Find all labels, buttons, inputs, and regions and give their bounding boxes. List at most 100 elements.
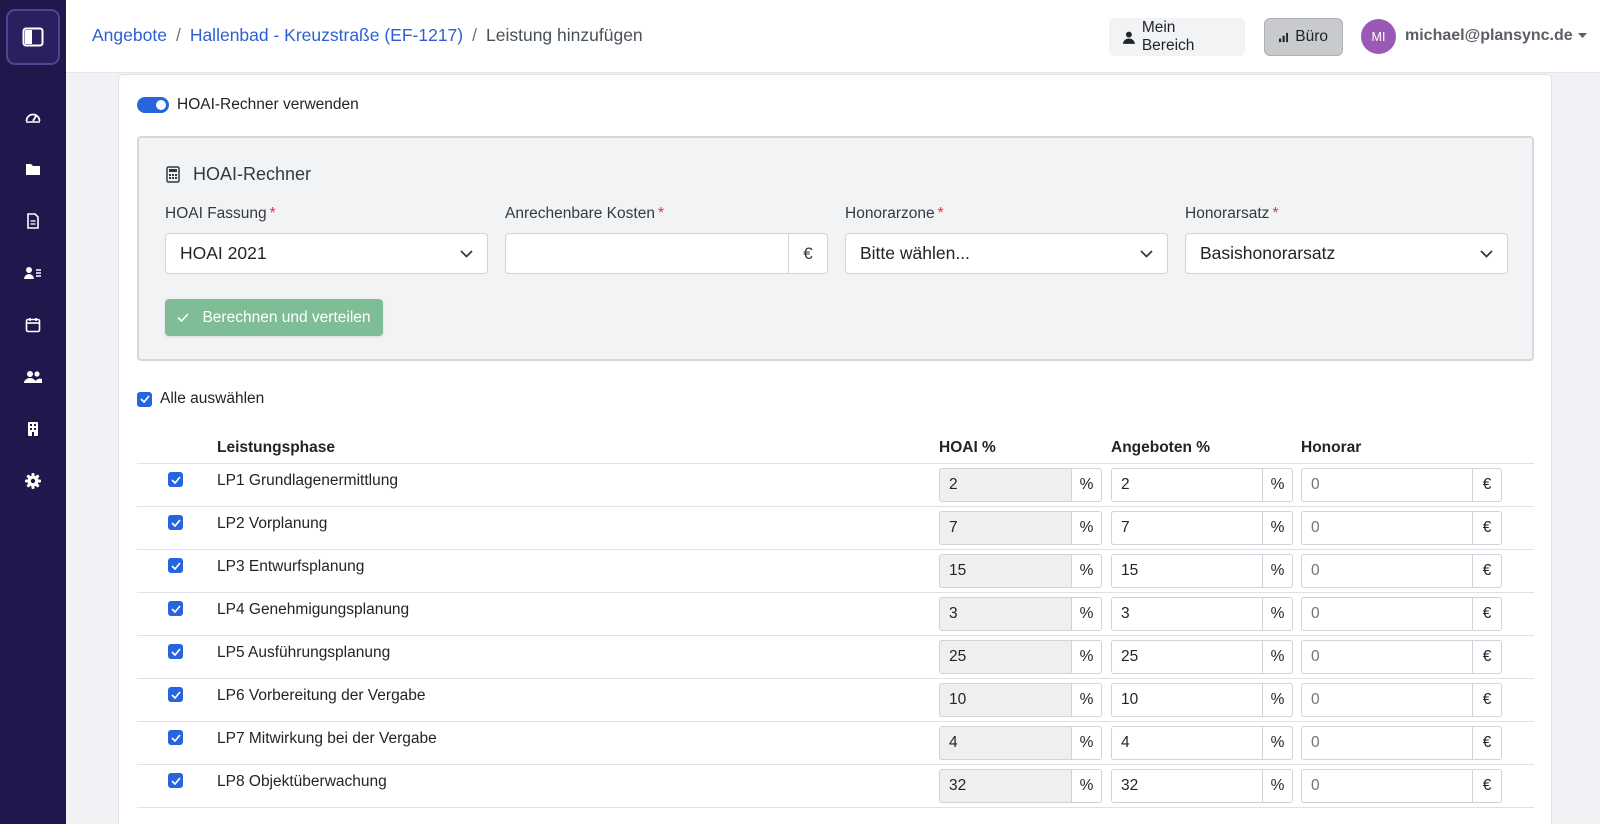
angeboten-percent-field: 15%	[1111, 554, 1293, 588]
leistungsphase-name: LP2 Vorplanung	[217, 515, 328, 532]
row-checkbox[interactable]	[168, 601, 183, 616]
percent-addon: %	[1262, 554, 1293, 588]
chevron-down-icon	[1480, 249, 1493, 258]
sidebar-item-dashboard[interactable]	[0, 97, 66, 137]
hoai-toggle-switch[interactable]	[137, 97, 169, 113]
honorar-field: 0 €	[1301, 726, 1502, 760]
sidebar-item-settings[interactable]	[0, 461, 66, 501]
main-card: HOAI-Rechner verwenden HOAI-Rechner HOAI…	[118, 74, 1552, 824]
leistungsphase-name: LP6 Vorbereitung der Vergabe	[217, 687, 426, 704]
leistungsphase-name: LP3 Entwurfsplanung	[217, 558, 365, 575]
angeboten-percent-field: 10%	[1111, 683, 1293, 717]
honorar-input[interactable]: 0	[1301, 597, 1472, 631]
sidebar-item-calendar[interactable]	[0, 305, 66, 345]
check-icon	[170, 733, 181, 742]
dashboard-icon	[25, 113, 41, 123]
angeboten-percent-input[interactable]: 4	[1111, 726, 1262, 760]
contacts-icon	[24, 267, 41, 279]
row-checkbox[interactable]	[168, 730, 183, 745]
chevron-down-icon	[1140, 249, 1153, 258]
hoai-percent-value: 32	[939, 769, 1071, 803]
honorar-input[interactable]: 0	[1301, 468, 1472, 502]
table-row: LP7 Mitwirkung bei der Vergabe 4% 4% 0 €	[137, 722, 1534, 765]
angeboten-percent-input[interactable]: 25	[1111, 640, 1262, 674]
angeboten-percent-input[interactable]: 10	[1111, 683, 1262, 717]
angeboten-percent-input[interactable]: 7	[1111, 511, 1262, 545]
sidebar-item-office[interactable]	[0, 409, 66, 449]
honorar-input[interactable]: 0	[1301, 683, 1472, 717]
sidebar-item-documents[interactable]	[0, 201, 66, 241]
sidebar-item-contacts[interactable]	[0, 253, 66, 293]
honorar-field: 0 €	[1301, 511, 1502, 545]
mein-bereich-button[interactable]: Mein Bereich	[1109, 18, 1245, 56]
table-header: Leistungsphase HOAI % Angeboten % Honora…	[137, 435, 1534, 464]
row-checkbox[interactable]	[168, 644, 183, 659]
percent-addon: %	[1071, 726, 1102, 760]
row-checkbox[interactable]	[168, 472, 183, 487]
folder-icon	[26, 164, 40, 175]
top-header: Angebote / Hallenbad - Kreuzstraße (EF-1…	[66, 0, 1600, 73]
hoai-percent-value: 2	[939, 468, 1071, 502]
satz-label: Honorarsatz *	[1185, 205, 1279, 222]
euro-addon: €	[1472, 769, 1502, 803]
percent-addon: %	[1071, 597, 1102, 631]
hoai-percent-field: 4%	[939, 726, 1102, 760]
row-checkbox[interactable]	[168, 558, 183, 573]
mein-bereich-label: Mein Bereich	[1141, 19, 1195, 54]
check-icon	[139, 395, 150, 403]
zone-label: Honorarzone *	[845, 205, 944, 222]
row-checkbox[interactable]	[168, 773, 183, 788]
honorar-field: 0 €	[1301, 640, 1502, 674]
angeboten-percent-input[interactable]: 3	[1111, 597, 1262, 631]
sidebar-item-projects[interactable]	[0, 149, 66, 189]
avatar[interactable]: MI	[1361, 19, 1396, 54]
hoai-percent-field: 10%	[939, 683, 1102, 717]
satz-value: Basishonorarsatz	[1200, 243, 1336, 263]
angeboten-percent-input[interactable]: 32	[1111, 769, 1262, 803]
sidebar-item-team[interactable]	[0, 357, 66, 397]
buero-button[interactable]: Büro	[1264, 18, 1343, 56]
leistungsphase-name: LP7 Mitwirkung bei der Vergabe	[217, 730, 437, 747]
honorar-input[interactable]: 0	[1301, 726, 1472, 760]
hoai-percent-value: 3	[939, 597, 1071, 631]
honorar-input[interactable]: 0	[1301, 511, 1472, 545]
breadcrumb-separator: /	[472, 25, 477, 45]
hoai-percent-field: 3%	[939, 597, 1102, 631]
honorar-input[interactable]: 0	[1301, 769, 1472, 803]
breadcrumb-angebote-link[interactable]: Angebote	[92, 25, 167, 46]
hoai-toggle-label: HOAI-Rechner verwenden	[177, 96, 359, 113]
users-icon	[24, 371, 42, 383]
angeboten-percent-field: 3%	[1111, 597, 1293, 631]
user-menu-dropdown[interactable]: michael@plansync.de	[1405, 27, 1587, 45]
sidebar-toggle-icon	[22, 27, 44, 47]
kosten-input[interactable]	[505, 233, 788, 274]
row-checkbox[interactable]	[168, 687, 183, 702]
calculate-button-label: Berechnen und verteilen	[202, 308, 371, 326]
honorar-input[interactable]: 0	[1301, 554, 1472, 588]
honorar-field: 0 €	[1301, 597, 1502, 631]
honorar-field: 0 €	[1301, 468, 1502, 502]
table-row: LP1 Grundlagenermittlung 2% 2% 0 €	[137, 464, 1534, 507]
row-checkbox[interactable]	[168, 515, 183, 530]
table-row: LP8 Objektüberwachung 32% 32% 0 €	[137, 765, 1534, 808]
zone-field-group: Honorarzone * Bitte wählen...	[845, 205, 1168, 274]
zone-select[interactable]: Bitte wählen...	[845, 233, 1168, 274]
hoai-percent-value: 25	[939, 640, 1071, 674]
sidebar-toggle-button[interactable]	[6, 9, 60, 65]
honorar-input[interactable]: 0	[1301, 640, 1472, 674]
percent-addon: %	[1071, 554, 1102, 588]
table-row: LP6 Vorbereitung der Vergabe 10% 10% 0 €	[137, 679, 1534, 722]
fassung-select[interactable]: HOAI 2021	[165, 233, 488, 274]
satz-select[interactable]: Basishonorarsatz	[1185, 233, 1508, 274]
percent-addon: %	[1071, 640, 1102, 674]
leistungsphase-name: LP5 Ausführungsplanung	[217, 644, 391, 661]
calculator-title: HOAI-Rechner	[166, 164, 311, 185]
check-icon	[170, 518, 181, 527]
angeboten-percent-input[interactable]: 15	[1111, 554, 1262, 588]
calculate-distribute-button[interactable]: Berechnen und verteilen	[165, 299, 383, 336]
angeboten-percent-input[interactable]: 2	[1111, 468, 1262, 502]
breadcrumb-project-link[interactable]: Hallenbad - Kreuzstraße (EF-1217)	[190, 25, 463, 46]
select-all-checkbox[interactable]	[137, 391, 152, 407]
hoai-percent-field: 32%	[939, 769, 1102, 803]
header-angeboten-percent: Angeboten %	[1111, 439, 1211, 456]
